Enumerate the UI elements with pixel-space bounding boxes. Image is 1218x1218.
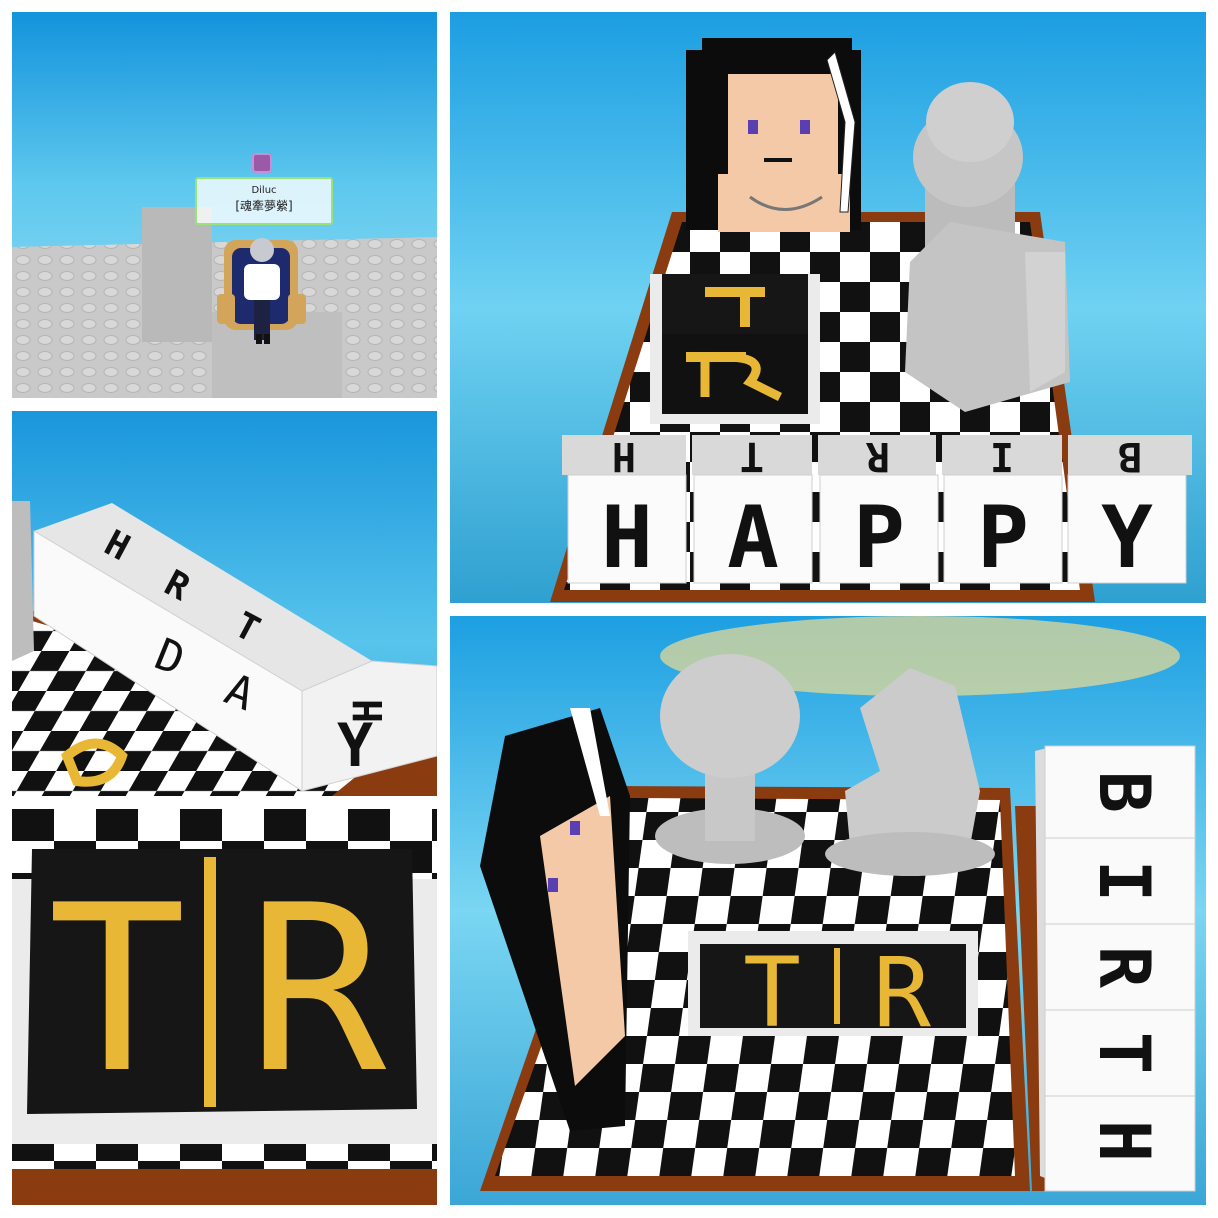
panel-board-birth-side: T R B I R T H: [450, 616, 1206, 1205]
block-letter-r: R: [1083, 946, 1165, 989]
block-letter: A: [727, 488, 779, 588]
block-letter-top: B: [1118, 433, 1142, 479]
tr-plaque: T R: [688, 931, 978, 1049]
plaque-divider: [204, 857, 216, 1107]
plaque-letter-r: R: [248, 857, 387, 1124]
tr-plaque: [650, 274, 820, 424]
top-letter: H: [346, 699, 392, 723]
stone-pillar: [142, 207, 212, 342]
player-badge-icon: [252, 153, 272, 173]
plaque-letter-t: T: [48, 857, 186, 1124]
block-letter-b: B: [1083, 771, 1165, 813]
player-nameplate: Diluc [魂牽夢縈]: [195, 177, 333, 225]
block-letter-top: T: [740, 433, 764, 479]
scene-tr-closeup: T R: [12, 809, 437, 1205]
block-letter-top: H: [612, 433, 636, 479]
player-name: Diluc: [251, 185, 277, 196]
letter-block-p: P R: [818, 433, 939, 588]
chess-knight-stone: [905, 222, 1070, 412]
portrait-pixel-art: [686, 38, 861, 232]
birth-block-column: B I R T H: [1015, 745, 1196, 1192]
block-letter: H: [601, 488, 653, 588]
block-letter-top: R: [865, 433, 890, 479]
plaque-letter-r: R: [873, 937, 931, 1049]
plaque-letter-t: T: [743, 937, 801, 1049]
panel-tr-closeup: T R: [12, 809, 437, 1205]
board-frame: [12, 1169, 437, 1205]
letter-block-h: H H: [562, 433, 687, 588]
block-letter-i: I: [1083, 860, 1165, 902]
scene-day-blocks: H R T D A Y H: [12, 411, 437, 796]
panel-character-on-platform: Diluc [魂牽夢縈]: [12, 12, 437, 398]
panel-board-happy-front: H H A T P R P I Y B: [450, 12, 1206, 603]
panel-birthday-blocks-side: H R T D A Y H: [12, 411, 437, 796]
letter-block-p2: P I: [942, 433, 1063, 588]
block-letter-t: T: [1083, 1032, 1165, 1074]
block-letter-top: I: [990, 433, 1014, 479]
scene-board-front: H H A T P R P I Y B: [450, 12, 1206, 603]
block-letter-h: H: [1083, 1120, 1165, 1162]
happy-block-row: H H A T P R P I Y B: [562, 433, 1192, 588]
player-title: [魂牽夢縈]: [235, 199, 293, 213]
scene-board-side: T R B I R T H: [450, 616, 1206, 1205]
letter-block-y: Y B: [1067, 433, 1192, 588]
letter-block-a: A T: [692, 433, 813, 588]
block-letter: Y: [1101, 488, 1153, 588]
block-letter: P: [853, 488, 905, 588]
block-letter: P: [977, 488, 1029, 588]
